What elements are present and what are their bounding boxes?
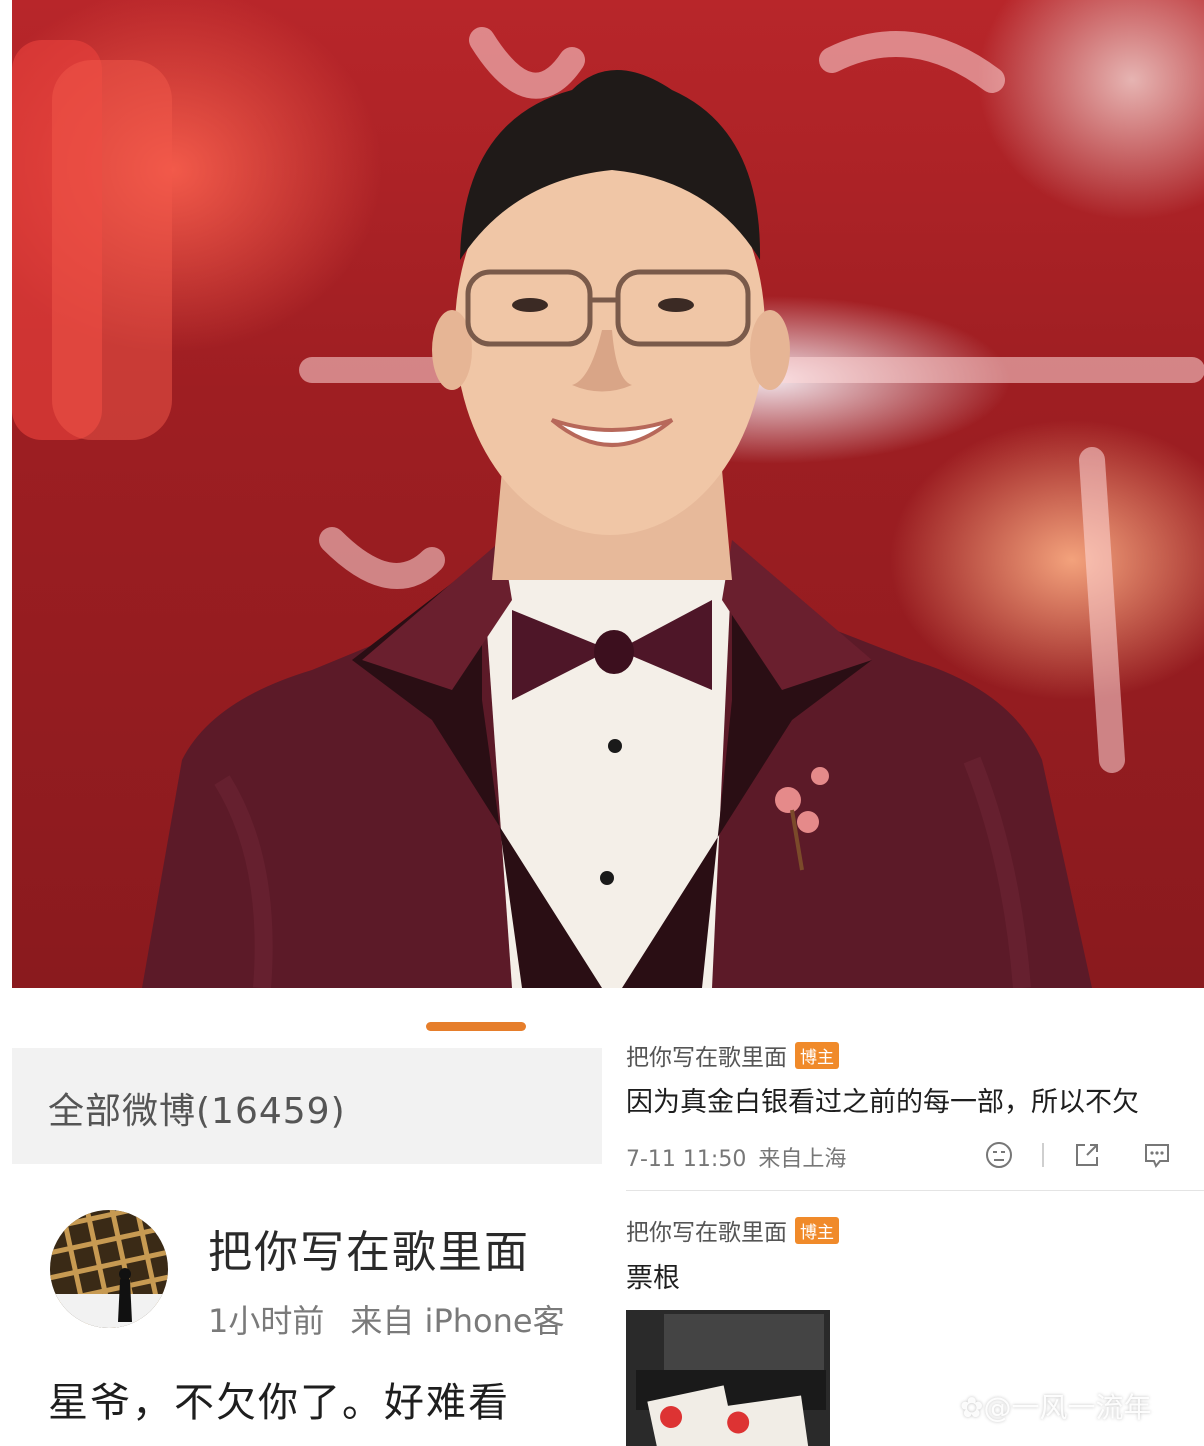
watermark-text: @一风一流年 [983,1391,1152,1424]
avatar[interactable] [50,1210,168,1328]
emoji-icon[interactable] [984,1140,1014,1170]
comment-1-time: 7-11 11:50 [626,1147,747,1172]
share-icon[interactable] [1072,1140,1102,1170]
ticket-stub-photo[interactable] [626,1310,830,1446]
comment-1-text: 因为真金白银看过之前的每一部，所以不欠 [626,1087,1139,1118]
comment-1-username-text[interactable]: 把你写在歌里面 [626,1045,787,1071]
action-divider [1042,1143,1044,1167]
tab-indicator [426,1022,526,1031]
all-weibo-label: 全部微博(16459) [48,1091,346,1132]
comment-divider [626,1190,1204,1191]
wechat-like-paw-icon: ✿ [960,1391,984,1424]
post-source: 来自 iPhone客 [350,1302,565,1340]
post-username[interactable]: 把你写在歌里面 [208,1216,530,1280]
comment-2-text: 票根 [626,1263,680,1294]
author-badge: 博主 [795,1042,839,1069]
avatar-image [50,1210,168,1328]
post-meta: 1小时前 来自 iPhone客 [208,1296,602,1342]
author-badge: 博主 [795,1217,839,1244]
post-text: 星爷，不欠你了。好难看 [48,1380,510,1426]
comment-2-username[interactable]: 把你写在歌里面 博主 [626,1213,839,1247]
host-illustration [12,27,1204,988]
comment-1-username[interactable]: 把你写在歌里面 博主 [626,1038,839,1072]
comment-icon[interactable] [1142,1140,1172,1170]
comment-1-meta: 7-11 11:50 来自上海 [626,1141,846,1173]
comment-2-username-text[interactable]: 把你写在歌里面 [626,1220,787,1246]
host-photo [12,0,1204,988]
ticket-stub-image [626,1310,830,1446]
post-time: 1小时前 [208,1302,325,1340]
comment-1-location: 来自上海 [758,1147,847,1172]
watermark: ✿@一风一流年 [960,1386,1151,1426]
